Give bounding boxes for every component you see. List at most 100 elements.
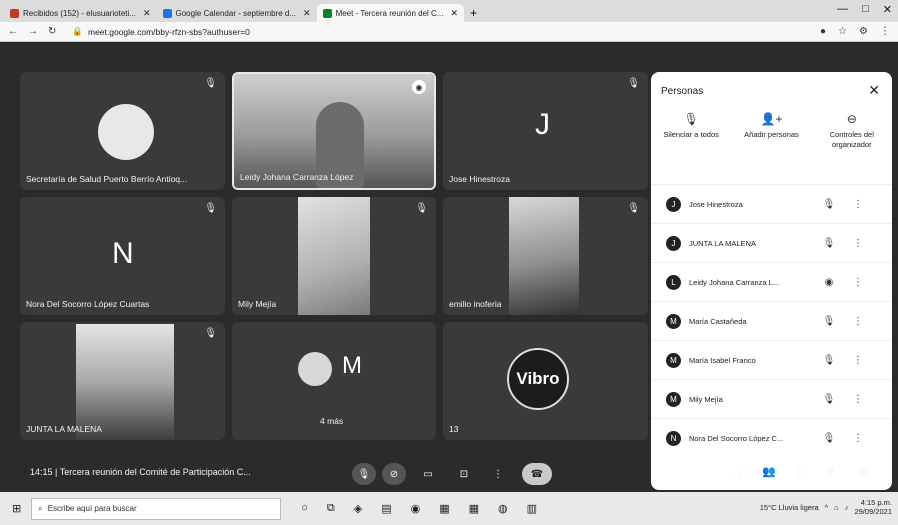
windows-taskbar: ⊞ ⌕ Escribe aquí para buscar ○ ⧉ ◈ ▤ ◉ ▦… (0, 492, 898, 525)
participant-tile[interactable]: ◉ Leidy Johana Carranza López (232, 72, 436, 190)
app-icon[interactable]: ▥ (527, 502, 537, 515)
clock[interactable]: 4:15 p.m. 29/09/2021 (854, 498, 892, 516)
list-item[interactable]: M Mily Mejía 🎙 ⋮ (651, 379, 892, 418)
camera-toggle-button[interactable]: ⊘ (382, 463, 406, 485)
close-tab-icon[interactable]: ✕ (303, 8, 311, 19)
participant-name: 13 (449, 424, 459, 434)
mic-off-icon[interactable]: 🎙 (821, 433, 837, 444)
list-item[interactable]: N Nora Del Socorro López C... 🎙 ⋮ (651, 418, 892, 457)
volume-icon[interactable]: ♪ (845, 503, 849, 512)
forward-icon[interactable]: → (28, 26, 38, 37)
participant-tile[interactable]: 🎙 J Jose Hinestroza (443, 72, 648, 190)
url-field[interactable]: 🔒 meet.google.com/bby-rfzn-sbs?authuser=… (66, 24, 810, 39)
people-icon[interactable]: 👥 (762, 465, 776, 478)
more-options-button[interactable]: ⋮ (486, 463, 510, 485)
calendar-icon (162, 8, 172, 18)
close-tab-icon[interactable]: ✕ (450, 8, 458, 19)
search-icon: ⌕ (38, 503, 43, 513)
extensions-icon[interactable]: ⚙ (859, 26, 868, 37)
camera-icon[interactable]: ● (820, 26, 826, 37)
avatar (98, 104, 154, 160)
app-icon[interactable]: ◈ (354, 502, 362, 515)
app-icon[interactable]: ◍ (498, 502, 508, 515)
minimize-button[interactable]: — (837, 3, 848, 16)
chat-icon[interactable]: ▢ (796, 465, 806, 478)
reload-icon[interactable]: ↻ (48, 26, 56, 37)
participant-name: Nora Del Socorro López Cuartas (26, 299, 150, 309)
mic-off-icon[interactable]: 🎙 (821, 199, 837, 210)
video-feed (76, 324, 174, 440)
speaking-indicator-icon[interactable]: ◉ (821, 277, 837, 288)
network-icon[interactable]: ⌂ (834, 503, 839, 512)
mic-off-icon[interactable]: 🎙 (821, 238, 837, 249)
action-label: Añadir personas (744, 130, 799, 139)
people-panel: Personas ✕ 🎙 Silenciar a todos 👤+ Añadir… (651, 72, 892, 490)
more-options-icon[interactable]: ⋮ (853, 394, 863, 405)
cortana-icon[interactable]: ○ (301, 502, 308, 515)
host-controls-icon[interactable]: ⊛ (858, 465, 867, 478)
participant-name: Jose Hinestroza (449, 174, 510, 184)
activities-icon[interactable]: ⚘ (826, 465, 836, 478)
avatar: M (666, 313, 681, 329)
participant-tile[interactable]: 🎙 JUNTA LA MALENA (20, 322, 225, 440)
info-icon[interactable]: ⓘ (735, 465, 746, 481)
close-tab-icon[interactable]: ✕ (143, 8, 151, 19)
more-options-icon[interactable]: ⋮ (853, 238, 863, 249)
participant-tile[interactable]: 🎙 Secretaría de Salud Puerto Berrío Anti… (20, 72, 225, 190)
task-view-icon[interactable]: ⧉ (327, 502, 335, 515)
time: 4:15 p.m. (860, 498, 892, 507)
new-tab-button[interactable]: + (464, 4, 483, 22)
participant-tile[interactable]: 🎙 emilio inoferia (443, 197, 648, 315)
mic-off-icon[interactable]: 🎙 (821, 316, 837, 327)
more-options-icon[interactable]: ⋮ (853, 316, 863, 327)
list-item[interactable]: M María Isabel Franco 🎙 ⋮ (651, 340, 892, 379)
close-window-button[interactable]: ✕ (883, 3, 892, 16)
close-icon[interactable]: ✕ (868, 82, 880, 99)
participant-tile[interactable]: 🎙 Mily Mejía (232, 197, 436, 315)
list-item[interactable]: J JUNTA LA MALENA 🎙 ⋮ (651, 223, 892, 262)
tray-chevron-icon[interactable]: ^ (825, 503, 829, 512)
mic-toggle-button[interactable]: 🎙 (352, 463, 376, 485)
mic-off-icon[interactable]: 🎙 (821, 394, 837, 405)
list-item[interactable]: J Jose Hinestroza 🎙 ⋮ (651, 184, 892, 223)
mic-off-icon: 🎙 (627, 78, 640, 89)
maximize-button[interactable]: □ (862, 3, 869, 16)
more-options-icon[interactable]: ⋮ (853, 277, 863, 288)
participant-initial: M (342, 352, 362, 379)
app-icon[interactable]: ▤ (381, 502, 391, 515)
tab-title: Recibidos (152) - elusuarioteti... (23, 8, 136, 18)
tab-gmail[interactable]: Recibidos (152) - elusuarioteti... ✕ (4, 4, 157, 22)
tab-meet[interactable]: Meet - Tercera reunión del C... ✕ (316, 4, 465, 22)
list-item[interactable]: M María Castañeda 🎙 ⋮ (651, 301, 892, 340)
mic-off-icon: 🎙 (204, 328, 217, 339)
participant-name: Mily Mejía (689, 394, 723, 404)
app-icon[interactable]: ▦ (469, 502, 479, 515)
mute-all-button[interactable]: 🎙 Silenciar a todos (656, 112, 726, 150)
host-controls-button[interactable]: ⊖ Controles del organizador (817, 112, 887, 150)
participant-name: JUNTA LA MALENA (689, 238, 756, 248)
chrome-icon[interactable]: ◉ (411, 502, 421, 515)
present-button[interactable]: ⊡ (452, 463, 476, 485)
list-item[interactable]: L Leidy Johana Carranza L... ◉ ⋮ (651, 262, 892, 301)
participant-list: J Jose Hinestroza 🎙 ⋮ J JUNTA LA MALENA … (651, 184, 892, 457)
more-options-icon[interactable]: ⋮ (853, 199, 863, 210)
add-people-button[interactable]: 👤+ Añadir personas (736, 112, 806, 150)
participant-tile[interactable]: 🎙 N Nora Del Socorro López Cuartas (20, 197, 225, 315)
menu-icon[interactable]: ⋮ (880, 26, 890, 37)
more-options-icon[interactable]: ⋮ (853, 355, 863, 366)
participant-tile[interactable]: M 4 más (232, 322, 436, 440)
participant-name: Leidy Johana Carranza López (240, 172, 354, 182)
start-icon[interactable]: ⊞ (12, 502, 21, 515)
app-icon[interactable]: ▦ (439, 502, 449, 515)
tab-title: Meet - Tercera reunión del C... (335, 8, 444, 18)
mic-off-icon[interactable]: 🎙 (821, 355, 837, 366)
tab-calendar[interactable]: Google Calendar - septiembre d... ✕ (157, 4, 317, 22)
bookmark-star-icon[interactable]: ☆ (838, 26, 847, 37)
weather-status[interactable]: 15°C Lluvia ligera (760, 503, 819, 512)
more-options-icon[interactable]: ⋮ (853, 433, 863, 444)
back-icon[interactable]: ← (8, 26, 18, 37)
taskbar-search[interactable]: ⌕ Escribe aquí para buscar (31, 497, 282, 520)
leave-call-button[interactable]: ☎ (522, 463, 552, 485)
captions-button[interactable]: ▭ (416, 463, 440, 485)
participant-tile[interactable]: Vibro 13 (443, 322, 648, 440)
